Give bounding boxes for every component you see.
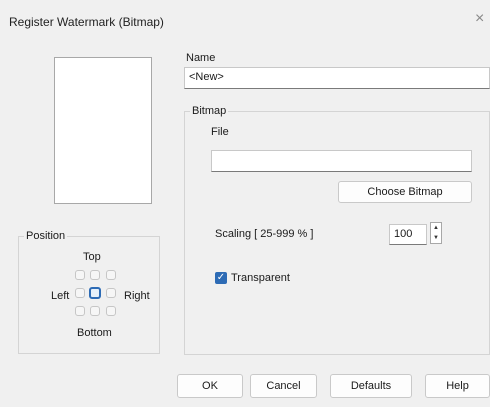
position-left-label: Left: [51, 290, 70, 302]
position-top-label: Top: [83, 251, 101, 263]
scaling-input[interactable]: 100: [389, 224, 427, 245]
position-cell-center[interactable]: [89, 287, 101, 299]
position-right-label: Right: [124, 290, 150, 302]
position-cell-top-right[interactable]: [106, 270, 116, 280]
spin-up-icon[interactable]: ▲: [431, 223, 441, 233]
defaults-button[interactable]: Defaults: [330, 374, 412, 398]
transparent-checkbox[interactable]: ✓: [215, 272, 227, 284]
position-group-label: Position: [24, 230, 68, 242]
scaling-label: Scaling [ 25-999 % ]: [215, 228, 314, 240]
position-cell-middle-left[interactable]: [75, 288, 85, 298]
close-icon[interactable]: ×: [475, 10, 484, 28]
name-label: Name: [186, 52, 216, 64]
name-input[interactable]: <New>: [184, 67, 490, 89]
cancel-button[interactable]: Cancel: [250, 374, 317, 398]
position-bottom-label: Bottom: [77, 327, 112, 339]
watermark-preview: [54, 57, 152, 204]
position-cell-top-center[interactable]: [90, 270, 100, 280]
ok-button[interactable]: OK: [177, 374, 243, 398]
spin-down-icon[interactable]: ▼: [431, 233, 441, 243]
position-cell-middle-right[interactable]: [106, 288, 116, 298]
position-cell-bottom-right[interactable]: [106, 306, 116, 316]
transparent-label: Transparent: [231, 272, 290, 284]
dialog-title: Register Watermark (Bitmap): [9, 15, 164, 29]
position-cell-bottom-center[interactable]: [90, 306, 100, 316]
file-label: File: [211, 126, 229, 138]
choose-bitmap-button[interactable]: Choose Bitmap: [338, 181, 472, 203]
help-button[interactable]: Help: [425, 374, 490, 398]
position-cell-bottom-left[interactable]: [75, 306, 85, 316]
bitmap-group-label: Bitmap: [190, 105, 229, 117]
position-cell-top-left[interactable]: [75, 270, 85, 280]
file-input[interactable]: [211, 150, 472, 172]
scaling-spinner[interactable]: ▲ ▼: [430, 222, 442, 244]
